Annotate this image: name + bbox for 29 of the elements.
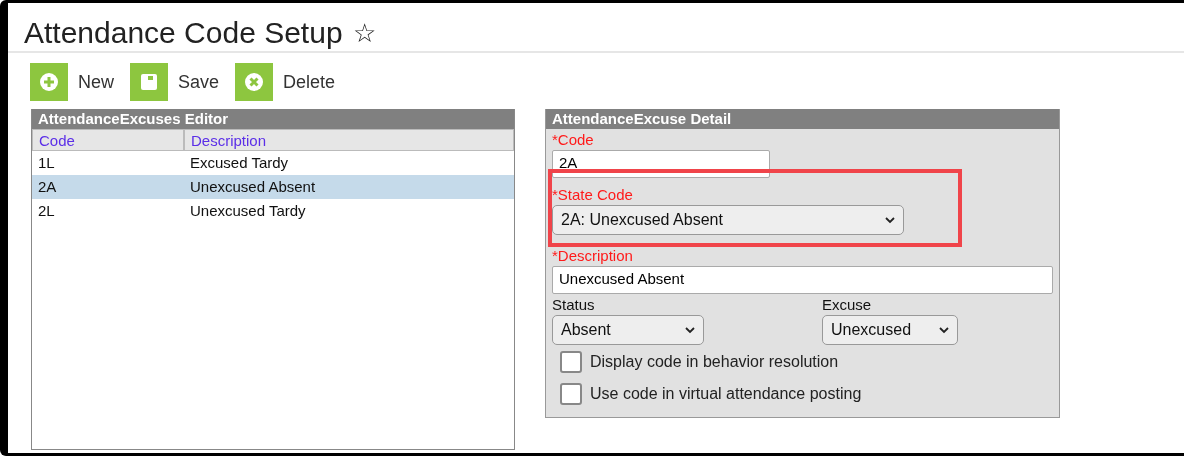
panel-title: AttendanceExcuse Detail	[546, 109, 1059, 129]
chevron-down-icon	[685, 326, 695, 334]
field-label: *Description	[552, 247, 634, 264]
checkbox[interactable]	[560, 383, 582, 405]
chevron-down-icon	[939, 326, 949, 334]
column-header[interactable]: Description	[184, 129, 514, 151]
checkbox-label: Display code in behavior resolution	[590, 353, 839, 371]
table-cell[interactable]: Unexcused Absent	[184, 175, 514, 199]
page-title: Attendance Code Setup	[24, 16, 343, 50]
field-label: Excuse	[822, 296, 873, 313]
close-icon	[244, 72, 265, 92]
field-label: *State Code	[552, 186, 634, 203]
field-label: *Code	[552, 131, 595, 148]
status-dropdown[interactable]: Absent	[552, 315, 704, 345]
description-field[interactable]: Unexcused Absent	[552, 266, 1053, 294]
favorite-star[interactable]: ☆	[352, 17, 376, 49]
checkbox-label: Use code in virtual attendance posting	[590, 385, 862, 403]
field-label: Status	[552, 296, 596, 313]
new-button[interactable]: New	[30, 63, 114, 101]
delete-button[interactable]: Delete	[235, 63, 336, 101]
excuse-dropdown[interactable]: Unexcused	[822, 315, 958, 345]
chevron-down-icon	[885, 216, 895, 224]
checkbox[interactable]	[560, 351, 582, 373]
panel-title: AttendanceExcuses Editor	[32, 109, 514, 129]
table-cell[interactable]: 2A	[32, 175, 184, 199]
plus-icon	[39, 72, 59, 92]
column-header[interactable]: Code	[32, 129, 184, 151]
save-button[interactable]: Save	[130, 63, 220, 101]
state-code-dropdown[interactable]: 2A: Unexcused Absent	[552, 205, 904, 235]
